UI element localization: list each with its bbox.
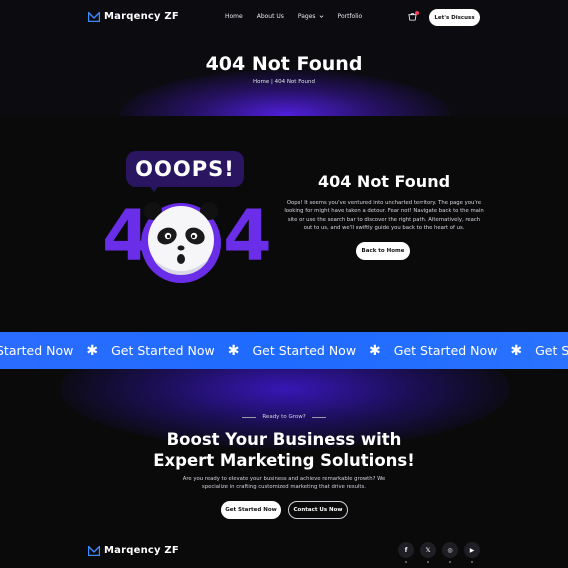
asterisk-icon: ✱: [86, 342, 99, 359]
lets-discuss-button[interactable]: Let's Discuss: [429, 9, 480, 26]
digit-four-right: 4: [223, 195, 272, 277]
footer-logo-text: Marqency ZF: [104, 545, 179, 556]
nav-link-portfolio[interactable]: Portfolio: [338, 13, 363, 20]
cta-description: Are you ready to elevate your business a…: [182, 476, 386, 491]
cta-section: Ready to Grow? Boost Your Business with …: [0, 369, 568, 539]
cta-eyebrow: Ready to Grow?: [0, 414, 568, 420]
marquee-track: Started Now ✱ Get Started Now ✱ Get Star…: [0, 332, 568, 369]
facebook-glyph: f: [404, 546, 408, 554]
logo-mark-icon: [88, 11, 100, 22]
oops-text: OOOPS!: [135, 157, 235, 181]
asterisk-icon: ✱: [510, 342, 523, 359]
navbar: Marqency ZF Home About Us Pages Portfoli…: [0, 0, 568, 34]
page-header: Marqency ZF Home About Us Pages Portfoli…: [0, 0, 568, 116]
marquee-item: Get Started Now: [252, 343, 357, 358]
nav-link-pages[interactable]: Pages: [298, 13, 324, 20]
marquee-item: Get Started Now: [393, 343, 498, 358]
marquee-item: Started Now: [0, 343, 74, 358]
chevron-down-icon: [319, 15, 323, 18]
facebook-icon[interactable]: f: [398, 542, 414, 563]
breadcrumb: Home | 404 Not Found: [252, 79, 316, 85]
nav-links: Home About Us Pages Portfolio: [225, 13, 376, 20]
marquee-item: Get Started: [535, 343, 568, 358]
instagram-glyph: ◎: [447, 546, 453, 554]
error-info: 404 Not Found Oops! It seems you've vent…: [284, 172, 484, 233]
instagram-icon[interactable]: ◎: [442, 542, 458, 563]
error-title: 404 Not Found: [317, 172, 451, 191]
error-description: Oops! It seems you've ventured into unch…: [284, 200, 484, 232]
header-glow: [120, 70, 450, 116]
logo-mark-icon: [88, 545, 100, 556]
asterisk-icon: ✱: [369, 342, 381, 359]
social-dot: [405, 561, 407, 563]
social-dot: [427, 561, 429, 563]
social-dot: [449, 561, 451, 563]
cta-title-line1: Boost Your Business with: [166, 430, 402, 449]
social-links: f 𝕏 ◎ ▶: [398, 542, 480, 563]
logo-text: Marqency ZF: [104, 11, 179, 22]
youtube-glyph: ▶: [469, 546, 475, 554]
social-dot: [471, 561, 473, 563]
eyebrow-line-left: [242, 416, 257, 418]
contact-us-button[interactable]: Contact Us Now: [288, 501, 348, 519]
cta-title-line2: Expert Marketing Solutions!: [153, 451, 415, 470]
logo[interactable]: Marqency ZF: [88, 11, 179, 22]
x-glyph: 𝕏: [425, 546, 431, 554]
get-started-button[interactable]: Get Started Now: [221, 501, 281, 519]
nav-link-home[interactable]: Home: [225, 13, 243, 20]
panda-illustration: [141, 202, 221, 283]
asterisk-icon: ✱: [227, 342, 240, 359]
marquee-item: Get Started Now: [111, 343, 215, 358]
marquee-banner: Started Now ✱ Get Started Now ✱ Get Star…: [0, 332, 568, 369]
nav-link-about[interactable]: About Us: [257, 13, 284, 20]
cart-badge: [415, 11, 419, 15]
eyebrow-text: Ready to Grow?: [262, 414, 306, 420]
back-to-home-button[interactable]: Back to Home: [356, 242, 410, 260]
footer: Marqency ZF f 𝕏 ◎ ▶: [0, 539, 568, 568]
cta-title: Boost Your Business with Expert Marketin…: [0, 429, 568, 471]
page-title: 404 Not Found: [205, 53, 363, 75]
eyebrow-line-right: [311, 416, 326, 418]
x-twitter-icon[interactable]: 𝕏: [420, 542, 436, 563]
youtube-icon[interactable]: ▶: [464, 542, 480, 563]
footer-logo[interactable]: Marqency ZF: [88, 545, 179, 556]
nav-link-pages-label: Pages: [297, 13, 316, 20]
